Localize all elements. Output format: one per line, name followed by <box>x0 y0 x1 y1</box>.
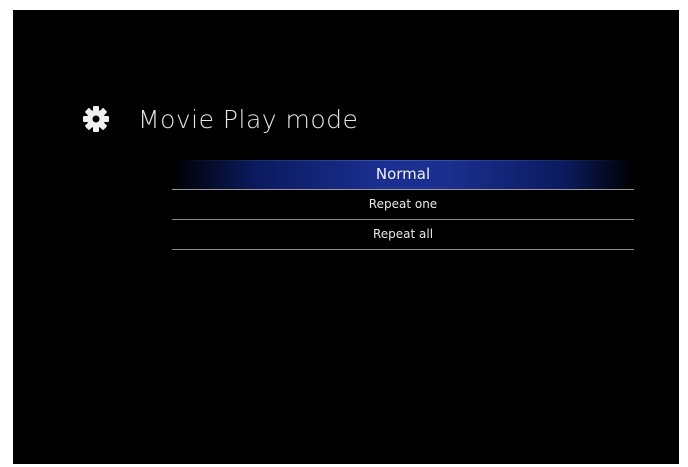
play-mode-menu: Normal Repeat one Repeat all <box>172 160 634 250</box>
tv-screen: Movie Play mode Normal Repeat one Repeat… <box>13 10 679 464</box>
menu-item-normal[interactable]: Normal <box>172 160 634 190</box>
page-header: Movie Play mode <box>81 102 358 136</box>
page-title: Movie Play mode <box>138 104 359 134</box>
menu-item-repeat-one[interactable]: Repeat one <box>172 190 634 220</box>
menu-item-repeat-all[interactable]: Repeat all <box>172 220 634 250</box>
gear-icon <box>81 104 111 134</box>
